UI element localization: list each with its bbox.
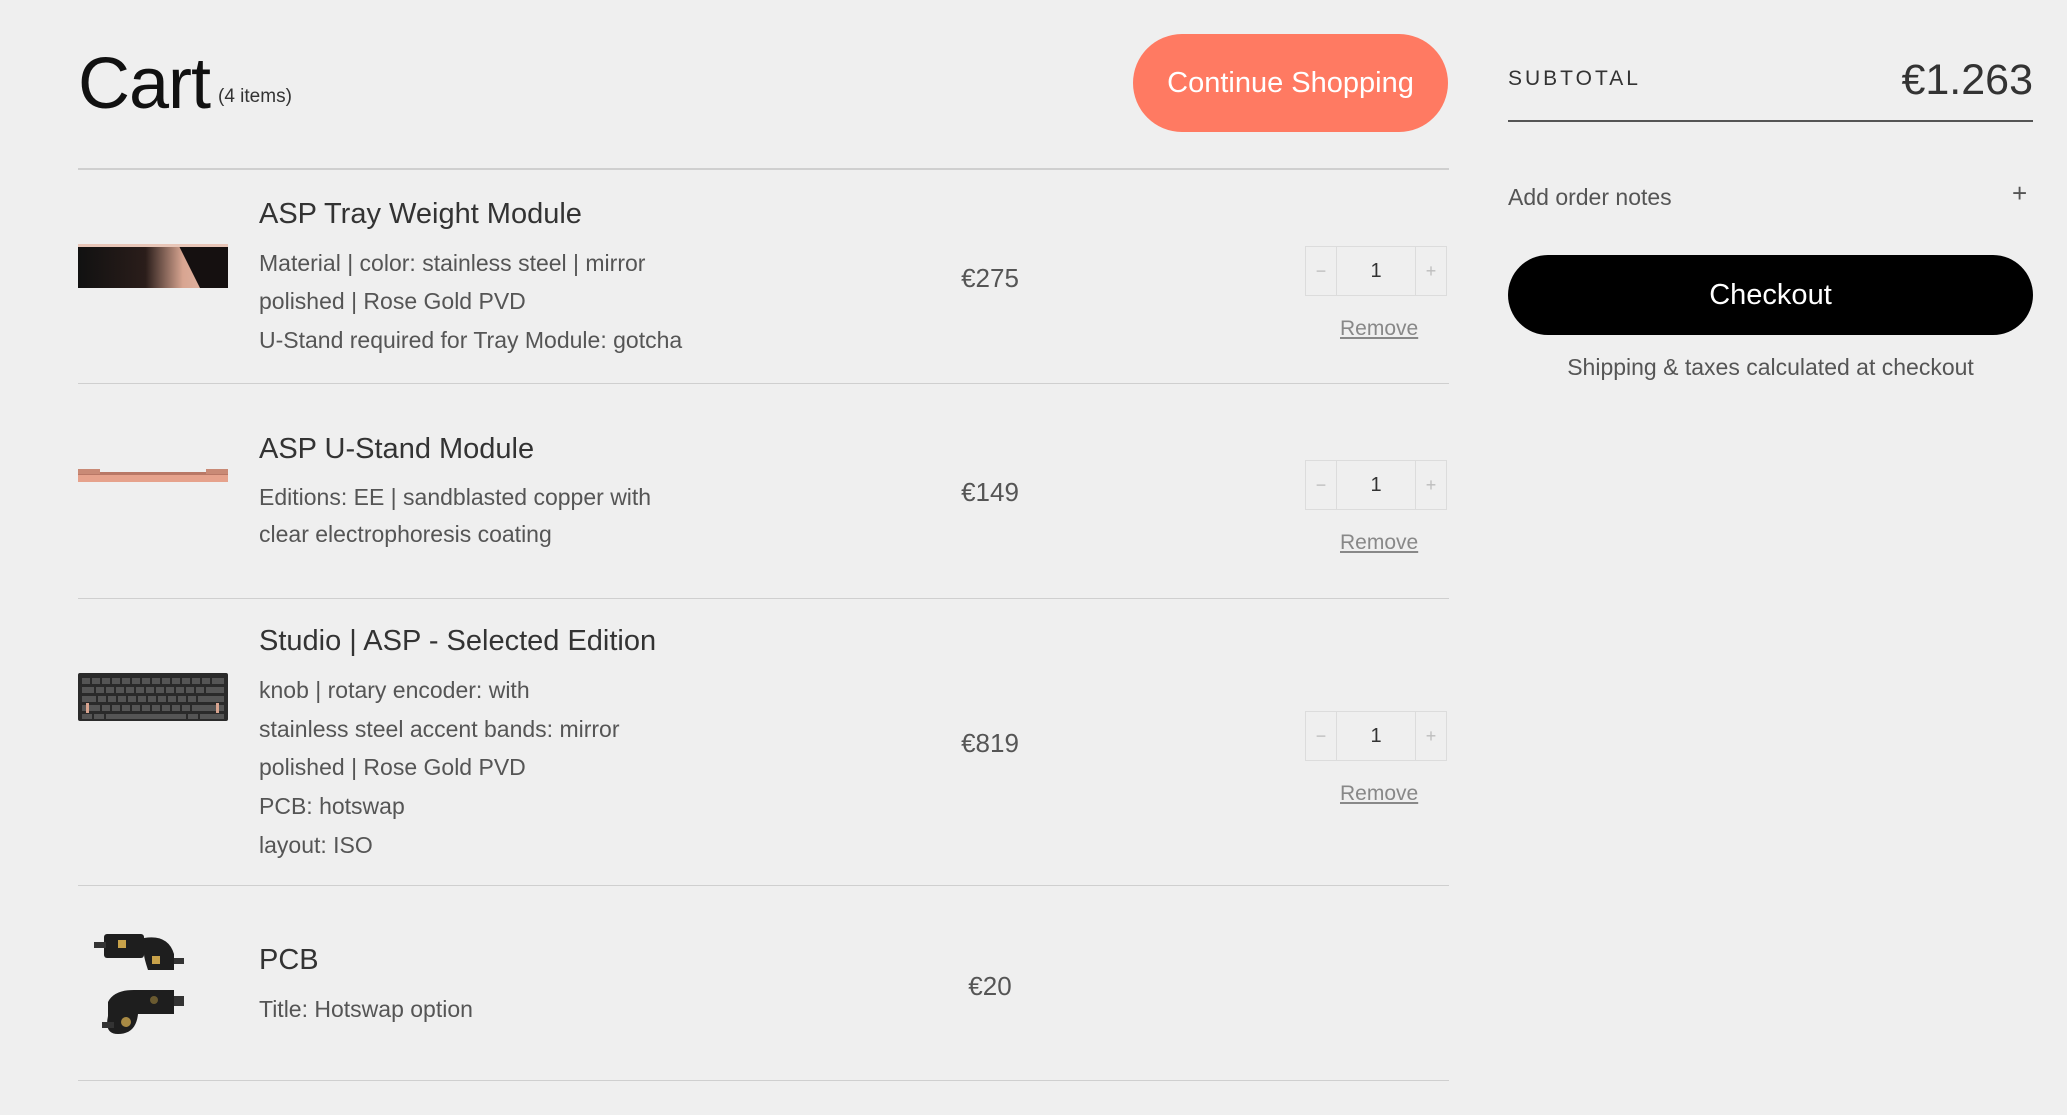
divider — [78, 885, 1449, 886]
divider — [78, 598, 1449, 599]
divider — [78, 168, 1449, 170]
subtotal-value: €1.263 — [1901, 56, 2033, 104]
checkout-button[interactable]: Checkout — [1508, 255, 2033, 335]
decrease-quantity-button[interactable]: − — [1306, 461, 1336, 509]
add-order-notes-toggle[interactable]: Add order notes — [1508, 184, 1672, 211]
plus-icon[interactable]: + — [2012, 178, 2027, 209]
decrease-quantity-button[interactable]: − — [1306, 247, 1336, 295]
item-price: €149 — [961, 477, 1019, 507]
quantity-input[interactable]: 1 — [1336, 461, 1416, 509]
divider — [78, 383, 1449, 384]
increase-quantity-button[interactable]: + — [1416, 247, 1446, 295]
item-option: Editions: EE | sandblasted copper with — [259, 484, 652, 510]
item-option: U-Stand required for Tray Module: gotcha — [259, 327, 683, 353]
increase-quantity-button[interactable]: + — [1416, 461, 1446, 509]
quantity-stepper: − 1 + — [1305, 460, 1447, 510]
item-name[interactable]: Studio | ASP - Selected Edition — [259, 625, 656, 658]
quantity-input[interactable]: 1 — [1336, 712, 1416, 760]
item-option: clear electrophoresis coating — [259, 521, 552, 547]
quantity-input[interactable]: 1 — [1336, 247, 1416, 295]
item-option: Title: Hotswap option — [259, 996, 473, 1022]
tray-weight-module-thumbnail — [78, 244, 228, 288]
item-count: (4 items) — [218, 86, 292, 107]
quantity-stepper: − 1 + — [1305, 246, 1447, 296]
item-option: polished | Rose Gold PVD — [259, 288, 526, 314]
decrease-quantity-button[interactable]: − — [1306, 712, 1336, 760]
item-price: €20 — [968, 971, 1012, 1001]
divider — [78, 1080, 1449, 1081]
remove-link[interactable]: Remove — [1340, 782, 1418, 806]
item-option: knob | rotary encoder: with — [259, 677, 530, 703]
item-option: Material | color: stainless steel | mirr… — [259, 250, 646, 276]
continue-shopping-button[interactable]: Continue Shopping — [1133, 34, 1448, 132]
remove-link[interactable]: Remove — [1340, 531, 1418, 555]
item-name[interactable]: ASP Tray Weight Module — [259, 198, 582, 231]
shipping-note: Shipping & taxes calculated at checkout — [1567, 354, 1974, 380]
pcb-thumbnail — [94, 934, 184, 1034]
item-price: €819 — [961, 728, 1019, 758]
item-option: polished | Rose Gold PVD — [259, 754, 526, 780]
item-name[interactable]: ASP U-Stand Module — [259, 433, 534, 466]
u-stand-module-thumbnail — [78, 469, 228, 482]
item-option: stainless steel accent bands: mirror — [259, 716, 620, 742]
divider — [1508, 120, 2033, 122]
keyboard-thumbnail — [78, 673, 228, 721]
page-title: Cart — [78, 44, 211, 124]
item-option: PCB: hotswap — [259, 793, 405, 819]
increase-quantity-button[interactable]: + — [1416, 712, 1446, 760]
item-price: €275 — [961, 263, 1019, 293]
item-option: layout: ISO — [259, 832, 373, 858]
quantity-stepper: − 1 + — [1305, 711, 1447, 761]
item-name[interactable]: PCB — [259, 944, 319, 977]
remove-link[interactable]: Remove — [1340, 317, 1418, 341]
subtotal-label: SUBTOTAL — [1508, 67, 1641, 90]
